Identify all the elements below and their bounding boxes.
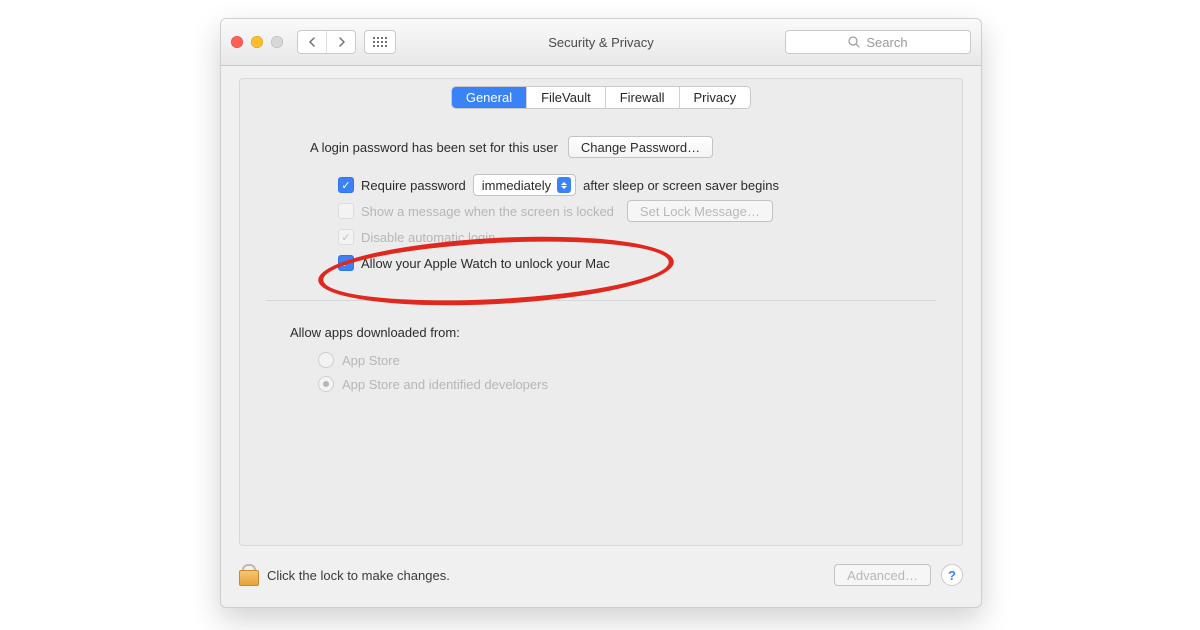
disable-auto-login-label: Disable automatic login: [361, 230, 495, 245]
apple-watch-unlock-label: Allow your Apple Watch to unlock your Ma…: [361, 256, 610, 271]
change-password-button[interactable]: Change Password…: [568, 136, 713, 158]
search-placeholder: Search: [866, 35, 907, 50]
nav-buttons: [297, 30, 356, 54]
window-controls: [231, 36, 283, 48]
require-password-label-pre: Require password: [361, 178, 466, 193]
radio-identified-label: App Store and identified developers: [342, 377, 548, 392]
tab-firewall[interactable]: Firewall: [605, 87, 679, 108]
zoom-button[interactable]: [271, 36, 283, 48]
content-panel: General FileVault Firewall Privacy A log…: [239, 78, 963, 546]
require-password-label-post: after sleep or screen saver begins: [583, 178, 779, 193]
gatekeeper-heading: Allow apps downloaded from:: [290, 325, 912, 340]
close-button[interactable]: [231, 36, 243, 48]
tab-general[interactable]: General: [452, 87, 526, 108]
set-lock-message-button: Set Lock Message…: [627, 200, 773, 222]
require-password-checkbox[interactable]: [338, 177, 354, 193]
login-section: A login password has been set for this u…: [240, 108, 962, 300]
apple-watch-unlock-checkbox[interactable]: [338, 255, 354, 271]
tab-bar: General FileVault Firewall Privacy: [240, 87, 962, 108]
titlebar: Security & Privacy Search: [221, 19, 981, 66]
login-password-text: A login password has been set for this u…: [310, 140, 558, 155]
require-password-delay-select[interactable]: immediately: [473, 174, 576, 196]
tab-filevault[interactable]: FileVault: [526, 87, 605, 108]
show-message-row: Show a message when the screen is locked…: [338, 198, 912, 224]
tab-privacy[interactable]: Privacy: [679, 87, 751, 108]
back-button[interactable]: [298, 31, 326, 53]
forward-button[interactable]: [326, 31, 355, 53]
select-stepper-icon: [557, 177, 571, 193]
gatekeeper-option-identified: App Store and identified developers: [318, 372, 912, 396]
gatekeeper-section: Allow apps downloaded from: App Store Ap…: [240, 301, 962, 396]
show-all-button[interactable]: [364, 30, 396, 54]
minimize-button[interactable]: [251, 36, 263, 48]
apple-watch-unlock-row: Allow your Apple Watch to unlock your Ma…: [338, 250, 912, 276]
require-password-row: Require password immediately after sleep…: [338, 172, 912, 198]
radio-appstore: [318, 352, 334, 368]
disable-auto-login-checkbox: [338, 229, 354, 245]
disable-auto-login-row: Disable automatic login: [338, 224, 912, 250]
help-button[interactable]: ?: [941, 564, 963, 586]
lock-icon[interactable]: [239, 564, 257, 586]
preferences-window: Security & Privacy Search General FileVa…: [220, 18, 982, 608]
search-field[interactable]: Search: [785, 30, 971, 54]
search-icon: [848, 36, 860, 48]
radio-identified: [318, 376, 334, 392]
advanced-button: Advanced…: [834, 564, 931, 586]
show-message-label: Show a message when the screen is locked: [361, 204, 614, 219]
lock-text: Click the lock to make changes.: [267, 568, 450, 583]
require-password-delay-value: immediately: [482, 178, 551, 193]
footer: Click the lock to make changes. Advanced…: [239, 555, 963, 595]
show-message-checkbox: [338, 203, 354, 219]
gatekeeper-option-appstore: App Store: [318, 348, 912, 372]
radio-appstore-label: App Store: [342, 353, 400, 368]
